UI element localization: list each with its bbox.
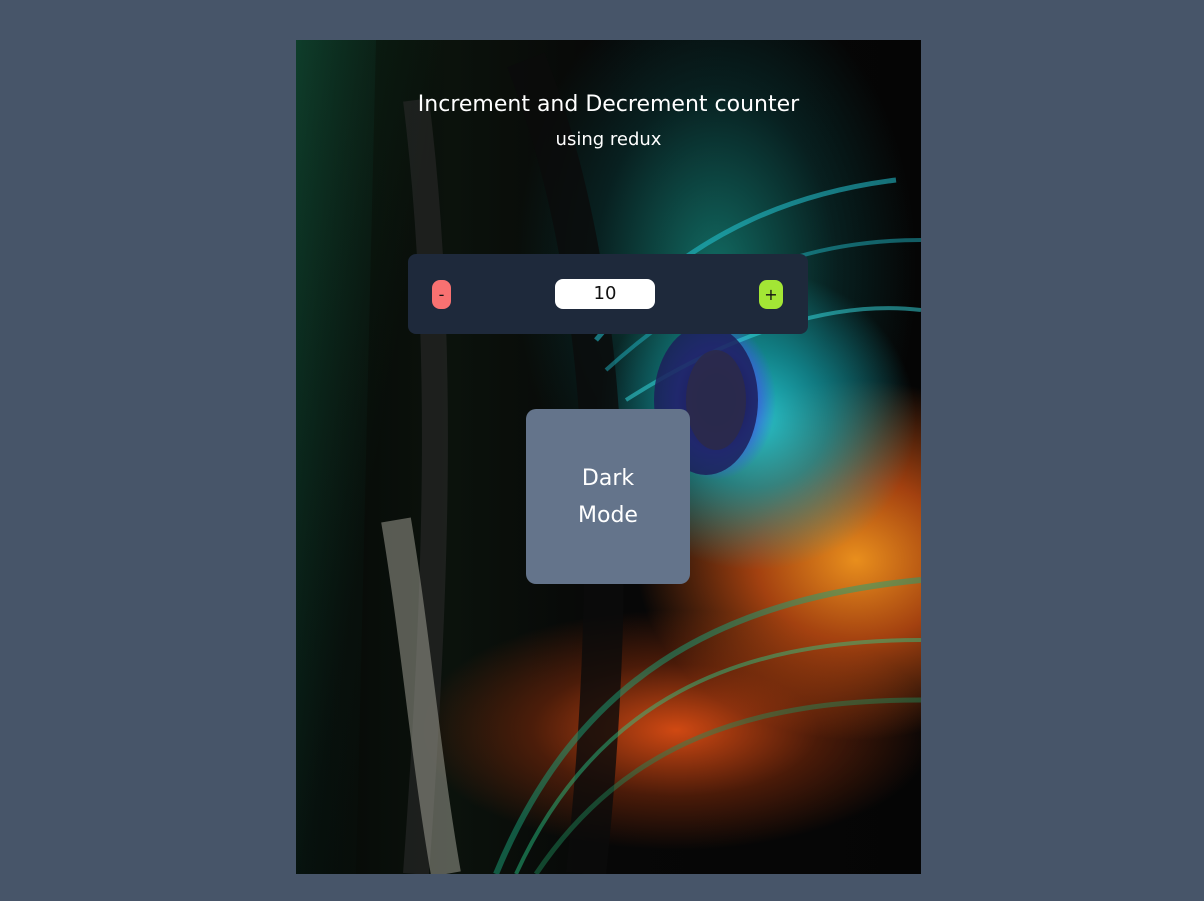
page-subtitle: using redux [555, 129, 662, 150]
dark-mode-button[interactable]: Dark Mode [526, 409, 690, 584]
decrement-button[interactable]: - [432, 280, 451, 309]
peacock-feather-background-card: Increment and Decrement counter using re… [296, 40, 921, 874]
counter-value: 10 [555, 279, 655, 309]
increment-button[interactable]: + [759, 280, 783, 309]
page-title: Increment and Decrement counter [417, 92, 800, 117]
counter-panel: - 10 + [408, 254, 808, 334]
